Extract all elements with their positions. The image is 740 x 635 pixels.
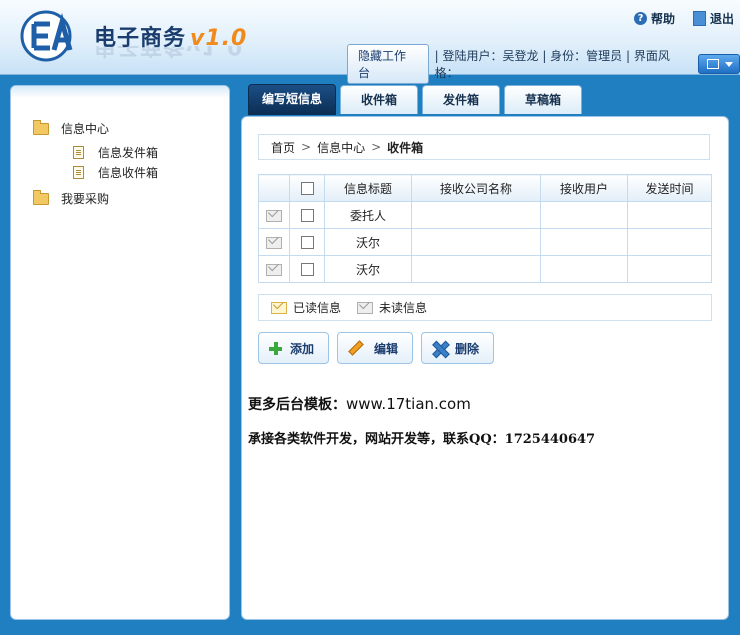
- legend-read: 已读信息: [271, 299, 341, 316]
- sidebar-item-label: 我要采购: [61, 192, 110, 206]
- row-company: [411, 255, 541, 283]
- row-status-cell: [258, 201, 290, 229]
- table-row[interactable]: 委托人: [258, 201, 712, 229]
- column-header-icon: [258, 174, 290, 202]
- unread-envelope-icon: [357, 301, 374, 314]
- delete-button-label: 删除: [455, 341, 480, 356]
- delete-icon: [432, 341, 447, 356]
- sidebar-item-label: 信息中心: [61, 122, 110, 136]
- column-header-user: 接收用户: [540, 174, 628, 202]
- theme-dropdown[interactable]: [698, 54, 740, 74]
- help-link[interactable]: 帮助: [651, 10, 675, 27]
- legend-read-label: 已读信息: [293, 301, 342, 315]
- user-info: | 登陆用户：吴登龙 | 身份：管理员 | 界面风格：: [434, 49, 670, 80]
- row-title[interactable]: 委托人: [324, 201, 412, 229]
- breadcrumb: 首页 > 信息中心 > 收件箱: [258, 134, 710, 160]
- theme-icon: [707, 59, 720, 69]
- row-title[interactable]: 沃尔: [324, 255, 412, 283]
- breadcrumb-current: 收件箱: [387, 140, 424, 155]
- row-select-cell: [289, 228, 325, 256]
- exit-icon[interactable]: [692, 11, 706, 26]
- select-all-checkbox[interactable]: [300, 182, 314, 195]
- promo-templates: 更多后台模板：www.17tian.com: [248, 394, 471, 414]
- unread-envelope-icon: [266, 263, 282, 276]
- action-bar: 添加 编辑 删除: [258, 332, 495, 364]
- column-header-time: 发送时间: [627, 174, 712, 202]
- read-envelope-icon: [271, 301, 287, 314]
- help-icon[interactable]: ?: [633, 12, 647, 25]
- row-time: [627, 255, 712, 283]
- column-header-select: [289, 174, 325, 202]
- table-header-row: 信息标题 接收公司名称 接收用户 发送时间: [258, 174, 712, 202]
- row-time: [627, 201, 712, 229]
- row-company: [411, 201, 541, 229]
- document-icon: [73, 146, 84, 159]
- folder-icon: [33, 119, 49, 135]
- tab-outbox[interactable]: 发件箱: [422, 85, 500, 114]
- breadcrumb-info-center[interactable]: 信息中心: [317, 139, 365, 156]
- promo-url-link[interactable]: www.17tian.com: [346, 395, 471, 413]
- column-header-company: 接收公司名称: [411, 174, 541, 202]
- promo-templates-prefix: 更多后台模板：: [248, 397, 346, 413]
- row-status-cell: [258, 255, 290, 283]
- pencil-icon: [348, 340, 364, 356]
- top-links: ? 帮助 退出: [633, 10, 734, 27]
- row-company: [411, 228, 541, 256]
- breadcrumb-home[interactable]: 首页: [271, 139, 295, 156]
- row-time: [627, 228, 712, 256]
- document-icon: [73, 166, 84, 179]
- row-select-cell: [289, 255, 325, 283]
- unread-envelope-icon: [266, 236, 282, 249]
- sidebar: 信息中心 信息发件箱 信息收件箱 我要采购: [10, 85, 230, 620]
- folder-icon: [33, 189, 49, 205]
- edit-button[interactable]: 编辑: [337, 332, 414, 364]
- tab-drafts[interactable]: 草稿箱: [504, 85, 582, 114]
- promo-contact: 承接各类软件开发，网站开发等，联系QQ：1725440647: [248, 432, 596, 447]
- logo-icon: [20, 10, 73, 62]
- unread-envelope-icon: [266, 209, 282, 222]
- add-button[interactable]: 添加: [258, 332, 330, 364]
- row-checkbox[interactable]: [300, 263, 314, 276]
- row-user: [540, 228, 628, 256]
- sidebar-item-outbox[interactable]: 信息发件箱: [73, 144, 158, 161]
- app-version-reflection: v1.0: [186, 46, 243, 58]
- legend-unread-label: 未读信息: [379, 301, 428, 315]
- hide-workbench-button[interactable]: 隐藏工作台: [347, 44, 429, 84]
- delete-button[interactable]: 删除: [421, 332, 495, 364]
- sidebar-item-info-center[interactable]: 信息中心: [33, 119, 110, 137]
- edit-button-label: 编辑: [374, 341, 399, 356]
- table-row[interactable]: 沃尔: [258, 228, 712, 256]
- app-title-reflection: 电子商务v1.0: [94, 46, 243, 64]
- row-select-cell: [289, 201, 325, 229]
- table-row[interactable]: 沃尔: [258, 255, 712, 283]
- row-user: [540, 255, 628, 283]
- column-header-title: 信息标题: [324, 174, 412, 202]
- app-header: 电子商务v1.0 电子商务v1.0 ? 帮助 退出 隐藏工作台 | 登陆用户：吴…: [0, 0, 740, 84]
- sidebar-item-label: 信息收件箱: [98, 166, 159, 180]
- sidebar-item-purchase[interactable]: 我要采购: [33, 189, 110, 207]
- row-checkbox[interactable]: [300, 209, 314, 222]
- chevron-down-icon: [725, 62, 734, 67]
- row-user: [540, 201, 628, 229]
- breadcrumb-separator: >: [301, 140, 312, 154]
- row-title[interactable]: 沃尔: [324, 228, 412, 256]
- app-title-reflection-text: 电子商务: [94, 46, 186, 58]
- plus-icon: [269, 341, 282, 355]
- add-button-label: 添加: [290, 341, 315, 356]
- user-bar: 隐藏工作台 | 登陆用户：吴登龙 | 身份：管理员 | 界面风格：: [347, 44, 740, 84]
- sidebar-item-inbox[interactable]: 信息收件箱: [73, 164, 158, 181]
- exit-link[interactable]: 退出: [710, 10, 734, 27]
- tab-compose[interactable]: 编写短信息: [248, 84, 336, 115]
- message-legend: 已读信息 未读信息: [258, 294, 712, 321]
- tab-bar: 编写短信息 收件箱 发件箱 草稿箱: [248, 84, 586, 115]
- message-table: 信息标题 接收公司名称 接收用户 发送时间 委托人 沃尔 沃尔: [258, 174, 712, 283]
- breadcrumb-separator: >: [371, 140, 382, 154]
- main-panel: 首页 > 信息中心 > 收件箱 信息标题 接收公司名称 接收用户 发送时间 委托…: [241, 116, 729, 620]
- row-status-cell: [258, 228, 290, 256]
- legend-unread: 未读信息: [357, 299, 427, 316]
- row-checkbox[interactable]: [300, 236, 314, 249]
- tab-inbox[interactable]: 收件箱: [340, 85, 418, 114]
- sidebar-item-label: 信息发件箱: [98, 146, 159, 160]
